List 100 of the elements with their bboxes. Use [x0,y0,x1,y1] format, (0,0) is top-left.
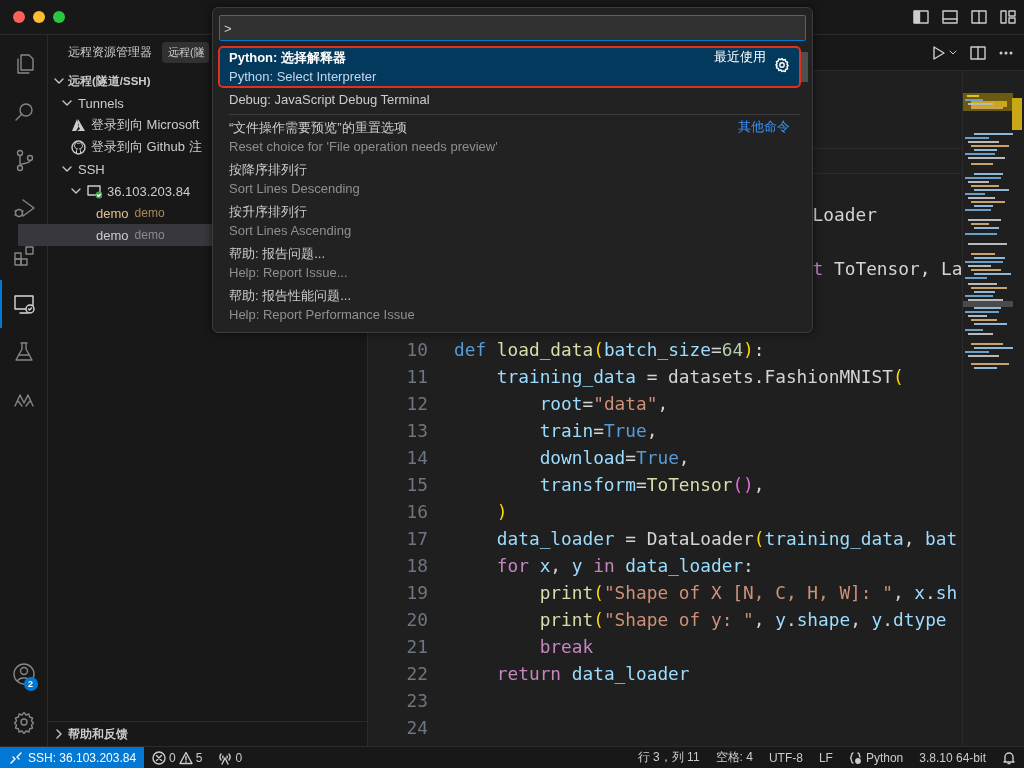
extensions-icon[interactable] [11,244,36,268]
line-number: 23 [405,690,428,711]
code-line: print("Shape of y: ", y.shape, y.dtype [538,609,947,630]
close-button[interactable] [13,11,25,23]
command-detail: Sort Lines Descending [229,180,361,198]
command-label: 帮助: 报告性能问题... [229,287,353,305]
line-number: 12 [405,393,428,414]
warning-icon [178,750,193,765]
braces-icon [848,750,863,765]
line-number: 22 [405,663,428,684]
panel-toggle-icon[interactable] [942,10,958,24]
problems-indicator[interactable]: 0 5 [144,750,211,765]
tree-item[interactable]: demo [96,227,129,243]
line-number: 14 [405,447,428,468]
item-description: demo [134,206,165,220]
status-item[interactable]: 空格: 4 [707,749,761,766]
github-icon [71,139,86,155]
minimize-button[interactable] [33,11,45,23]
remote-explorer-icon[interactable] [11,292,36,316]
command-detail: Reset choice for 'File operation needs preview' [229,138,499,156]
command-item[interactable]: Python: 选择解释器 Python: Select Interpreter 最近使用 [219,47,800,87]
chevron-down-icon[interactable] [62,164,72,174]
view-dropdown[interactable]: 远程(隧 [162,42,209,63]
code-line: data_loader = DataLoader(training_data, bat [495,528,958,549]
ports-indicator[interactable]: 0 [210,750,251,765]
bell-icon[interactable] [1002,750,1016,765]
command-item[interactable]: 按降序排列行 Sort Lines Descending [219,159,800,199]
status-item[interactable]: Python [840,750,912,765]
tree-item[interactable]: 36.103.203.84 [87,183,191,199]
monitor-check-icon [87,183,102,199]
remote-icon [9,750,23,765]
line-number: 13 [405,420,428,441]
code-line: t ToTensor, La [812,258,962,279]
command-item[interactable]: 帮助: 报告问题... Help: Report Issue... [219,243,800,283]
command-item[interactable]: “文件操作需要预览”的重置选项 Reset choice for 'File operation needs preview' 其他命令 [219,117,800,157]
section-header[interactable]: 帮助和反馈 [54,726,128,742]
chevron-right-icon[interactable] [54,729,64,739]
code-line: download=True, [538,447,690,468]
tree-item[interactable]: Tunnels [78,95,124,111]
code-line: Loader [812,204,877,225]
line-number: 19 [405,582,428,603]
code-line: for x, y in data_loader: [495,555,754,576]
scrollbar-thumb[interactable] [1012,98,1022,130]
maximize-button[interactable] [53,11,65,23]
command-detail: Help: Report Issue... [229,264,349,282]
command-label: Python: 选择解释器 [229,49,347,67]
line-number: 21 [405,636,428,657]
settings-icon[interactable] [11,710,36,734]
status-item[interactable]: LF [810,750,841,765]
remote-indicator[interactable]: SSH: 36.103.203.84 [0,747,145,768]
status-item[interactable]: UTF-8 [760,750,811,765]
account-icon[interactable] [11,662,36,686]
settings-icon[interactable] [774,57,790,73]
notification-badge: 2 [23,677,38,691]
command-detail: Python: Select Interpreter [229,68,378,86]
group-label: 最近使用 [714,49,766,66]
code-line: break [538,636,594,657]
status-item[interactable]: 3.8.10 64-bit [911,750,994,765]
chevron-down-icon[interactable] [54,76,64,86]
command-item[interactable]: 帮助: 报告性能问题... Help: Report Performance Issue [219,285,800,325]
code-line: ) [495,501,508,522]
command-detail: Help: Report Performance Issue [229,306,416,324]
code-line: return data_loader [495,663,690,684]
sidebar-title: 远程资源管理器 [68,45,152,60]
error-icon [152,750,167,765]
tree-item[interactable]: demo [96,205,129,221]
tree-item[interactable]: 登录到向 Microsoft [71,116,200,134]
command-input[interactable]: > [219,15,806,41]
command-label: 帮助: 报告问题... [229,245,327,263]
chevron-down-icon[interactable] [71,186,81,196]
tree-item[interactable]: SSH [78,161,105,177]
line-number: 18 [405,555,428,576]
split-editor-icon[interactable] [970,44,986,61]
run-debug-icon[interactable] [11,196,36,220]
line-number: 15 [405,474,428,495]
command-item[interactable]: 按升序排列行 Sort Lines Ascending [219,201,800,241]
item-description: demo [134,228,165,242]
command-detail: Sort Lines Ascending [229,222,353,240]
chevron-down-icon[interactable] [62,98,72,108]
run-icon[interactable] [932,44,958,61]
tree-item[interactable]: 登录到向 Github 注 [71,138,202,156]
split-layout-icon[interactable] [971,10,987,24]
line-number: 20 [405,609,428,630]
command-label: 按升序排列行 [229,203,308,221]
sidebar-toggle-icon[interactable] [913,10,929,24]
line-number: 11 [405,366,428,387]
command-label: “文件操作需要预览”的重置选项 [229,119,408,137]
code-line: def load_data(batch_size=64): [454,339,765,360]
customize-layout-icon[interactable] [1000,10,1016,24]
status-item[interactable]: 行 3，列 11 [629,749,708,766]
code-line: train=True, [538,420,658,441]
group-label: 其他命令 [738,119,790,136]
azure-icon [71,117,86,133]
scrollbar-thumb[interactable] [801,52,808,82]
section-header[interactable]: 远程(隧道/SSH) [54,73,151,89]
code-line: root="data", [538,393,669,414]
line-number: 16 [405,501,428,522]
command-item[interactable]: Debug: JavaScript Debug Terminal [219,89,800,110]
line-number: 10 [405,339,428,360]
line-number: 24 [405,717,428,738]
